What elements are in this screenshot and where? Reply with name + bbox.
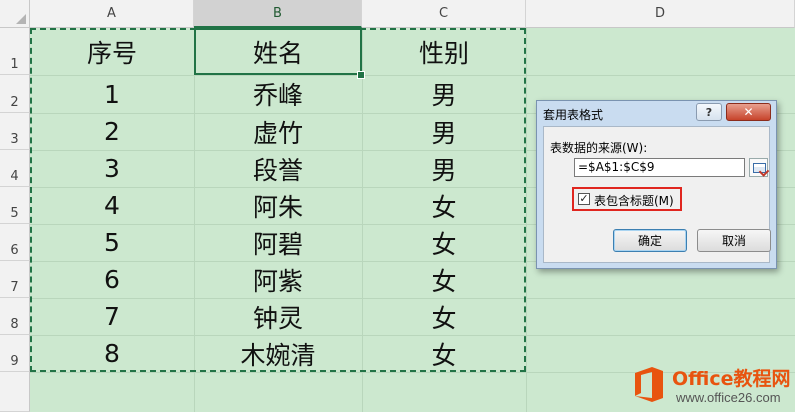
row-header-1[interactable]: 1	[0, 28, 30, 75]
copy-range-marquee	[30, 28, 526, 372]
dialog-title: 套用表格式	[543, 108, 604, 122]
office-logo-icon	[635, 367, 663, 402]
column-header-a[interactable]: A	[30, 0, 194, 28]
has-headers-highlight: ✓ 表包含标题(M)	[572, 187, 682, 211]
row-header-8[interactable]: 8	[0, 298, 30, 335]
gridline	[526, 28, 527, 412]
column-header-b[interactable]: B	[194, 0, 362, 28]
cancel-button[interactable]: 取消	[697, 229, 771, 252]
column-header-d[interactable]: D	[526, 0, 795, 28]
close-button[interactable]: ✕	[726, 103, 771, 121]
active-cell-border	[194, 28, 362, 75]
row-header-9[interactable]: 9	[0, 335, 30, 372]
watermark: Office教程网 www.office26.com	[628, 361, 795, 412]
row-header-6[interactable]: 6	[0, 224, 30, 261]
help-button[interactable]: ?	[696, 103, 722, 121]
watermark-title: Office教程网	[672, 368, 791, 390]
row-header-10	[0, 372, 30, 412]
row-header-5[interactable]: 5	[0, 187, 30, 224]
has-headers-label[interactable]: 表包含标题(M)	[594, 192, 674, 209]
row-header-3[interactable]: 3	[0, 113, 30, 150]
format-as-table-dialog: 套用表格式 ? ✕ 表数据的来源(W): =$A$1:$C$9 ✓ 表包含标题(…	[536, 100, 777, 269]
watermark-url: www.office26.com	[676, 390, 781, 405]
row-header-2[interactable]: 2	[0, 75, 30, 113]
has-headers-checkbox[interactable]: ✓	[578, 193, 590, 205]
column-header-c[interactable]: C	[362, 0, 526, 28]
row-header-4[interactable]: 4	[0, 150, 30, 187]
select-all-corner[interactable]	[0, 0, 30, 28]
range-select-button[interactable]	[749, 158, 770, 177]
source-label: 表数据的来源(W):	[550, 141, 648, 155]
fill-handle[interactable]	[357, 71, 365, 79]
row-header-7[interactable]: 7	[0, 261, 30, 298]
dialog-body: 表数据的来源(W): =$A$1:$C$9 ✓ 表包含标题(M) 确定 取消	[543, 126, 771, 263]
source-range-input[interactable]: =$A$1:$C$9	[574, 158, 745, 177]
ok-button[interactable]: 确定	[613, 229, 687, 252]
